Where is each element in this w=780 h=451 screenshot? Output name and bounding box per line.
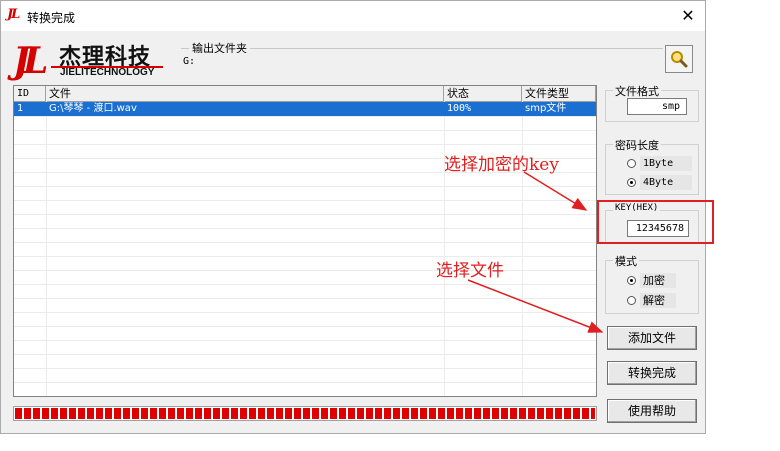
list-gridline (14, 312, 596, 313)
list-gridline (14, 368, 596, 369)
add-file-button[interactable]: 添加文件 (607, 326, 697, 350)
radio-encrypt[interactable]: 加密 (627, 273, 683, 289)
radio-4byte-label: 4Byte (640, 175, 692, 190)
list-column-line (444, 101, 445, 396)
list-gridline (14, 396, 596, 397)
radio-1byte[interactable]: 1Byte (627, 156, 692, 172)
list-column-line (46, 101, 47, 396)
table-row[interactable]: 1 G:\琴琴 - 渡口.wav 100% smp文件 (14, 102, 596, 116)
radio-4byte[interactable]: 4Byte (627, 175, 692, 191)
logo-name-en: JIELITECHNOLOGY (60, 67, 155, 78)
list-gridline (14, 228, 596, 229)
column-header-file[interactable]: 文件 (46, 86, 444, 101)
company-logo: JL 杰理科技 JIELITECHNOLOGY (13, 39, 165, 83)
key-length-label: 密码长度 (613, 137, 661, 153)
list-gridline (14, 214, 596, 215)
list-gridline (14, 242, 596, 243)
radio-encrypt-label: 加密 (640, 273, 676, 288)
convert-done-button[interactable]: 转换完成 (607, 361, 697, 385)
radio-encrypt-circle (627, 276, 636, 285)
output-folder-field[interactable]: G: (183, 53, 661, 71)
radio-decrypt[interactable]: 解密 (627, 293, 683, 309)
magnifier-icon (671, 51, 688, 68)
list-column-line (522, 101, 523, 396)
radio-decrypt-circle (627, 296, 636, 305)
annotation-select-file: 选择文件 (436, 261, 504, 281)
list-gridline (14, 354, 596, 355)
annotation-select-key: 选择加密的key (444, 155, 559, 175)
list-gridline (14, 186, 596, 187)
radio-1byte-label: 1Byte (640, 156, 692, 171)
progress-bar-fill (15, 408, 595, 419)
list-gridline (14, 256, 596, 257)
list-gridline (14, 144, 596, 145)
column-header-id[interactable]: ID (14, 86, 46, 101)
list-gridline (14, 298, 596, 299)
progress-bar (13, 406, 597, 421)
logo-mark: JL (13, 40, 48, 82)
list-gridline (14, 130, 596, 131)
column-header-status[interactable]: 状态 (444, 86, 522, 101)
list-gridline (14, 284, 596, 285)
cell-file: G:\琴琴 - 渡口.wav (49, 103, 137, 114)
file-format-label: 文件格式 (613, 83, 661, 99)
app-logo-icon: JL (7, 7, 20, 22)
list-gridline (14, 270, 596, 271)
list-gridline (14, 382, 596, 383)
radio-4byte-circle (627, 178, 636, 187)
list-gridline (14, 200, 596, 201)
main-window: JL 转换完成 ✕ JL 杰理科技 JIELITECHNOLOGY 输出文件夹 … (0, 0, 714, 434)
cell-id: 1 (17, 103, 24, 114)
cell-status: 100% (447, 103, 472, 114)
window-title: 转换完成 (27, 11, 76, 25)
mode-label: 模式 (613, 253, 639, 269)
radio-1byte-circle (627, 159, 636, 168)
key-highlight-box (597, 200, 714, 244)
radio-decrypt-label: 解密 (640, 293, 676, 308)
title-bar: JL 转换完成 ✕ (1, 1, 705, 31)
close-button[interactable]: ✕ (677, 5, 699, 27)
help-button[interactable]: 使用帮助 (607, 399, 697, 423)
cell-type: smp文件 (525, 103, 567, 114)
list-gridline (14, 340, 596, 341)
column-header-type[interactable]: 文件类型 (522, 86, 596, 101)
list-gridline (14, 326, 596, 327)
file-list[interactable]: ID 文件 状态 文件类型 1 G:\琴琴 - 渡口.wav 100% smp文… (13, 85, 597, 397)
browse-folder-button[interactable] (665, 45, 693, 73)
file-list-header: ID 文件 状态 文件类型 (14, 86, 596, 102)
file-format-field[interactable]: smp (627, 98, 687, 115)
list-gridline (14, 116, 596, 117)
